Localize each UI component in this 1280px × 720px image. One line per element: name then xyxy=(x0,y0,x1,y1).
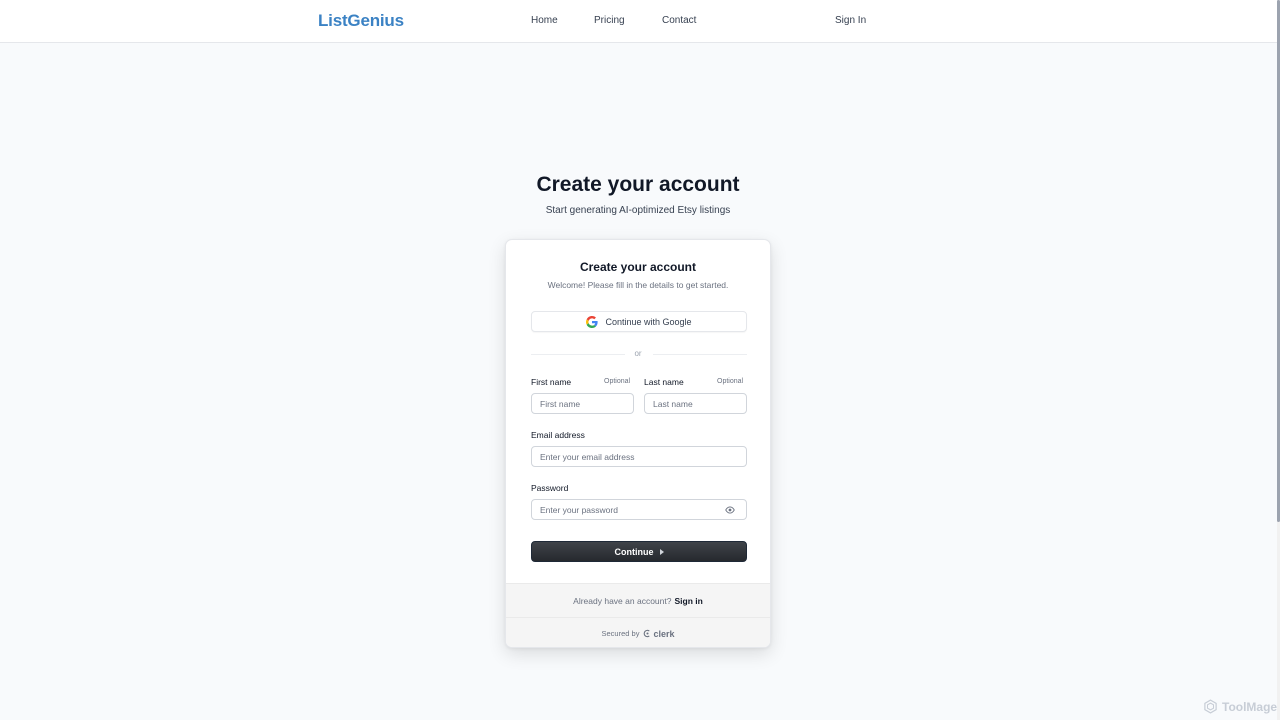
first-name-input[interactable] xyxy=(531,393,634,414)
brand-logo[interactable]: ListGenius xyxy=(318,11,404,31)
toolmage-logo-icon xyxy=(1204,699,1217,714)
google-icon xyxy=(586,315,599,328)
continue-with-google-button[interactable]: Continue with Google xyxy=(531,311,747,332)
page-subtitle: Start generating AI-optimized Etsy listi… xyxy=(545,205,731,216)
page-title: Create your account xyxy=(536,173,740,196)
first-name-optional: Optional xyxy=(604,378,631,385)
secured-by-text: Secured by xyxy=(601,629,640,638)
sign-in-prompt: Already have an account? xyxy=(573,595,672,606)
caret-right-icon xyxy=(659,549,664,555)
last-name-optional: Optional xyxy=(717,378,744,385)
card-footer-secured: Secured by clerk xyxy=(506,617,770,647)
toolmage-watermark: ToolMage xyxy=(1203,699,1277,714)
google-button-label: Continue with Google xyxy=(605,316,692,327)
sign-in-link[interactable]: Sign in xyxy=(674,596,702,606)
email-input[interactable] xyxy=(531,446,747,467)
nav-pricing-link[interactable]: Pricing xyxy=(594,15,625,26)
top-navigation-bar: ListGenius Home Pricing Contact Sign In xyxy=(0,0,1277,43)
continue-button[interactable]: Continue xyxy=(531,541,747,562)
nav-sign-in-link[interactable]: Sign In xyxy=(835,15,866,26)
clerk-logo[interactable]: clerk xyxy=(643,629,674,639)
password-label: Password xyxy=(531,483,569,493)
first-name-label: First name xyxy=(531,377,572,387)
clerk-logo-text: clerk xyxy=(653,628,675,639)
card-footer-sign-in: Already have an account? Sign in xyxy=(506,583,770,617)
card-title: Create your account xyxy=(579,260,697,274)
card-subtitle: Welcome! Please fill in the details to g… xyxy=(547,280,729,290)
watermark-text: ToolMage xyxy=(1222,699,1278,714)
nav-home-link[interactable]: Home xyxy=(531,15,558,26)
divider-line-right xyxy=(653,354,747,355)
last-name-label: Last name xyxy=(644,377,684,387)
nav-contact-link[interactable]: Contact xyxy=(662,15,696,26)
password-input[interactable] xyxy=(531,499,747,520)
email-label: Email address xyxy=(531,430,585,440)
clerk-logo-icon xyxy=(644,629,651,638)
continue-button-label: Continue xyxy=(614,546,654,557)
sign-up-card: Create your account Welcome! Please fill… xyxy=(505,239,771,648)
last-name-input[interactable] xyxy=(644,393,747,414)
eye-icon[interactable] xyxy=(725,505,735,515)
